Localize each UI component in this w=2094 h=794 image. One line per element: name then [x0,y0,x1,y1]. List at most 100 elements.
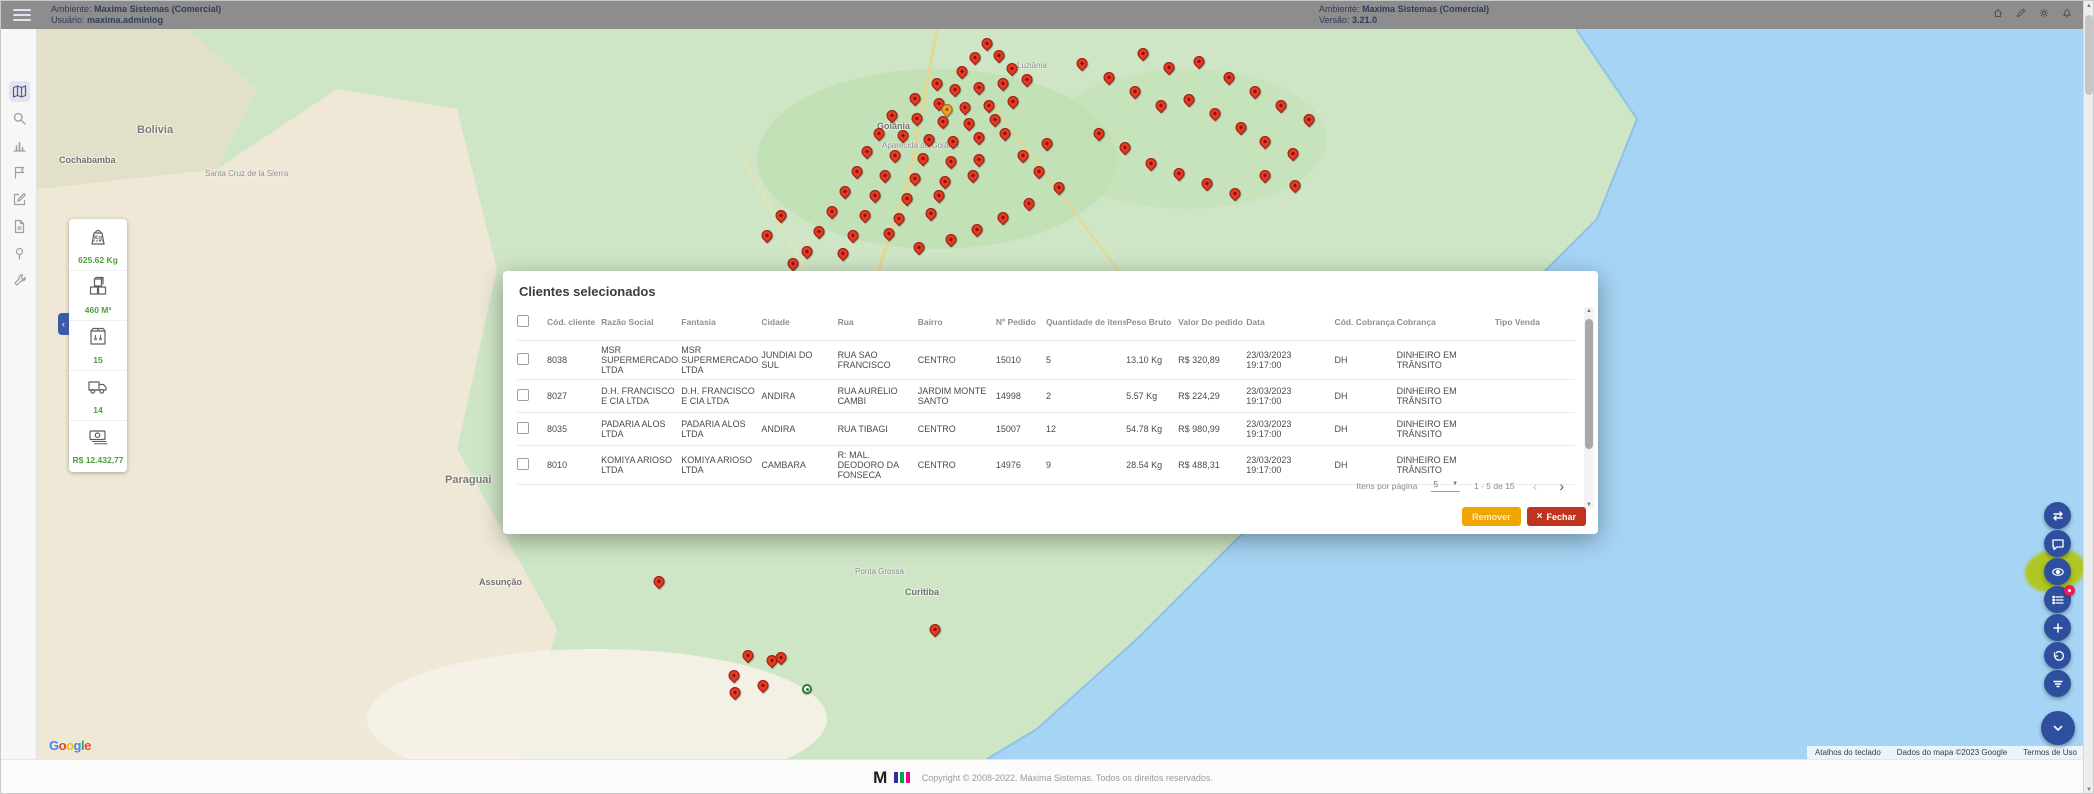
table-cell: MSR SUPERMERCADO LTDA [681,340,761,379]
weight-icon: Kg [85,236,111,253]
table-cell: 28.54 Kg [1126,445,1178,484]
fab-collapse-button[interactable] [2041,711,2075,745]
table-cell: R$ 320,89 [1178,340,1246,379]
route-summary-panel: ‹ Kg 625.62 Kg 460 M³ 15 14 [69,219,127,472]
table-cell: R$ 224,29 [1178,379,1246,412]
sidebar-item-document[interactable] [9,216,30,237]
top-header-bar: Ambiente: Maxima Sistemas (Comercial) Us… [1,1,2085,29]
table-cell: R$ 488,31 [1178,445,1246,484]
map-attribution: Atalhos do teclado Dados do mapa ©2023 G… [1807,746,2085,759]
table-cell: 8010 [547,445,601,484]
sidebar-item-pin[interactable] [9,243,30,264]
eye-icon [2051,565,2065,579]
package-icon [85,336,111,353]
scroll-down-arrow[interactable]: ▼ [2084,787,2094,793]
scroll-up-arrow[interactable]: ▲ [1584,308,1594,314]
collapse-panel-button[interactable]: ‹ [58,313,69,335]
fab-chat-button[interactable] [2044,530,2071,557]
col-header[interactable]: Cidade [761,307,837,340]
scroll-thumb[interactable] [1585,319,1593,449]
table-cell: 13.10 Kg [1126,340,1178,379]
row-checkbox[interactable] [517,422,529,434]
col-header[interactable]: Fantasia [681,307,761,340]
table-cell: R: MAL. DEODORO DA FONSECA [838,445,918,484]
table-cell: 5 [1046,340,1126,379]
table-cell: DINHEIRO EM TRÂNSITO [1397,379,1495,412]
previous-page-button[interactable]: ‹ [1529,481,1542,491]
col-header[interactable]: Data [1246,307,1334,340]
col-header[interactable]: Nº Pedido [996,307,1046,340]
undo-icon [2051,649,2065,663]
table-cell: 2 [1046,379,1126,412]
green-map-pin[interactable] [802,684,812,694]
menu-hamburger-icon[interactable] [13,9,31,21]
col-header[interactable]: Peso Bruto [1126,307,1178,340]
col-header[interactable]: Valor Do pedido [1178,307,1246,340]
items-per-page-select[interactable]: 5▼ [1431,479,1460,492]
scroll-up-arrow[interactable]: ▲ [2084,3,2094,9]
table-cell: 23/03/2023 19:17:00 [1246,340,1334,379]
svg-text:Kg: Kg [94,236,102,242]
fab-undo-button[interactable] [2044,642,2071,669]
col-header[interactable]: Quantidade de itens [1046,307,1126,340]
table-cell: DH [1334,379,1396,412]
filter-icon [2051,677,2065,691]
page-range-label: 1 - 5 de 15 [1474,481,1515,491]
table-cell: JUNDIAI DO SUL [761,340,837,379]
home-icon[interactable] [1993,5,2003,15]
modal-scrollbar[interactable]: ▲ ▼ [1584,307,1594,509]
trucks-count-stat: 14 [69,371,127,421]
map-place-label: Assunção [479,577,522,587]
table-cell: D.H. FRANCISCO E CIA LTDA [681,379,761,412]
sidebar-item-edit[interactable] [9,189,30,210]
select-all-checkbox[interactable] [517,315,529,327]
table-cell: DINHEIRO EM TRÂNSITO [1397,412,1495,445]
row-checkbox[interactable] [517,353,529,365]
terms-link[interactable]: Termos de Uso [2023,748,2077,757]
keyboard-shortcuts-link[interactable]: Atalhos do teclado [1815,748,1881,757]
col-header[interactable]: Rua [838,307,918,340]
sidebar-item-flag[interactable] [9,162,30,183]
environment-info-left: Ambiente: Maxima Sistemas (Comercial) Us… [51,4,221,26]
fab-eye-button[interactable] [2044,558,2071,585]
sidebar-item-tools[interactable] [9,270,30,291]
page-scrollbar[interactable]: ▲ ▼ [2083,1,2093,794]
close-button[interactable]: ×Fechar [1527,507,1586,526]
table-cell: JARDIM MONTE SANTO [918,379,996,412]
table-cell: CENTRO [918,412,996,445]
col-header[interactable]: Cód. cliente [547,307,601,340]
table-row: 8038MSR SUPERMERCADO LTDAMSR SUPERMERCAD… [517,340,1575,379]
fab-filter-button[interactable] [2044,670,2071,697]
map-place-label: Paraguai [445,474,491,486]
col-header[interactable]: Cobrança [1397,307,1495,340]
sidebar-item-search[interactable] [9,108,30,129]
table-cell: 5.57 Kg [1126,379,1178,412]
table-cell: 8027 [547,379,601,412]
orders-value: 15 [71,355,125,365]
money-value: R$ 12.432,77 [71,455,125,465]
col-header[interactable]: Cód. Cobrança [1334,307,1396,340]
col-header[interactable]: Tipo Venda [1495,307,1575,340]
row-checkbox[interactable] [517,458,529,470]
col-header[interactable]: Razão Social [601,307,681,340]
table-cell: CENTRO [918,340,996,379]
row-checkbox[interactable] [517,389,529,401]
sidebar-item-chart[interactable] [9,135,30,156]
app-window: BoliviaCochabambaSanta Cruz de la Sierra… [0,0,2094,794]
notifications-bell-icon[interactable] [2062,5,2072,15]
map-place-label: Cochabamba [59,155,116,165]
table-cell: PADARIA ALOS LTDA [601,412,681,445]
next-page-button[interactable]: › [1555,481,1568,491]
col-header[interactable]: Bairro [918,307,996,340]
fab-add-button[interactable] [2044,614,2071,641]
items-per-page-label: Itens por página [1356,481,1417,491]
fab-swap-button[interactable] [2044,502,2071,529]
edit-icon[interactable] [2016,5,2026,15]
remove-button[interactable]: Remover [1462,507,1521,526]
scroll-thumb[interactable] [2085,15,2093,95]
clients-table: Cód. cliente Razão Social Fantasia Cidad… [517,307,1575,485]
table-cell: 23/03/2023 19:17:00 [1246,412,1334,445]
sidebar-item-map[interactable] [9,81,30,102]
settings-gear-icon[interactable] [2039,5,2049,15]
google-maps-logo[interactable]: Google [49,738,91,753]
